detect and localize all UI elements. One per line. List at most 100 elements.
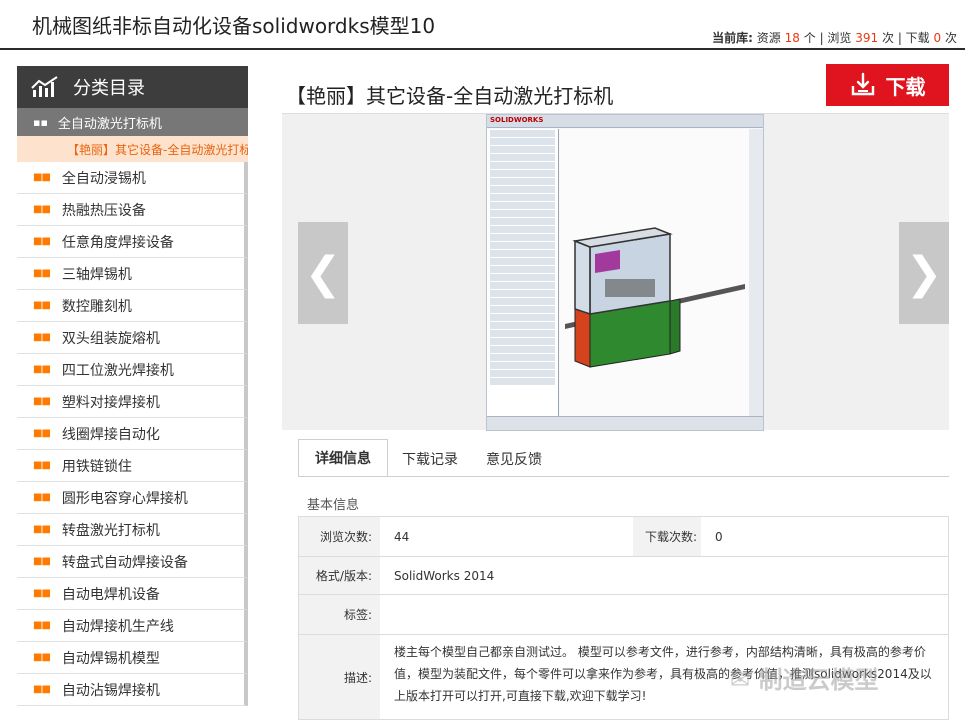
stats-res-prefix: 资源: [756, 31, 781, 45]
bullet-icon: ■■: [33, 428, 51, 439]
bullet-icon: ■■: [33, 556, 51, 567]
sidebar-subitem-active[interactable]: 【艳丽】其它设备-全自动激光打标机: [17, 136, 248, 162]
sidebar-header: 分类目录: [17, 66, 248, 108]
sidebar-item[interactable]: ■■ 双头组装旋熔机: [17, 322, 248, 354]
downloads-value: 0: [715, 529, 723, 544]
sidebar-item-label: 双头组装旋熔机: [61, 330, 160, 347]
bullet-icon: ■■: [33, 268, 51, 279]
stats-label: 当前库:: [712, 31, 753, 45]
bullet-icon: ■■: [33, 364, 51, 375]
screenshot-brand: SOLIDWORKS: [490, 116, 544, 124]
stats-res-unit: 个 | 浏览: [803, 31, 852, 45]
bullet-icon: ■■: [33, 684, 51, 695]
sidebar-item-label: 数控雕刻机: [61, 298, 132, 315]
bullet-icon: ■■: [33, 460, 51, 471]
sidebar-item-label: 三轴焊锡机: [61, 266, 132, 283]
machine-model-icon: [565, 227, 745, 368]
sidebar-item[interactable]: ■■ 转盘式自动焊接设备: [17, 546, 248, 578]
format-value: SolidWorks 2014: [394, 568, 495, 583]
sidebar-item-label: 转盘式自动焊接设备: [61, 554, 188, 571]
tags-value: [380, 595, 394, 634]
sidebar-item-label: 自动焊接机生产线: [61, 618, 174, 635]
sidebar-item-label: 圆形电容穿心焊接机: [61, 490, 188, 507]
desc-label: 描述:: [299, 635, 380, 719]
bullet-icon: ■■: [33, 492, 51, 503]
image-gallery: ❮ SOLIDWORKS ❯: [282, 113, 949, 431]
sidebar-item[interactable]: ■■ 热融热压设备: [17, 194, 248, 226]
tab-details[interactable]: 详细信息: [298, 439, 388, 477]
tree-node-icon: ▪▪: [33, 115, 48, 129]
sidebar-item-label: 自动焊锡机模型: [61, 650, 160, 667]
wechat-icon: ✉: [730, 666, 751, 694]
stats-download-count: 0: [933, 31, 942, 45]
sidebar-title: 分类目录: [73, 78, 145, 99]
sidebar-item[interactable]: ■■ 自动沾锡焊接机: [17, 674, 248, 706]
views-value: 44: [394, 529, 410, 544]
bullet-icon: ■■: [33, 588, 51, 599]
downloads-label: 下载次数:: [633, 517, 701, 556]
stats-view-count: 391: [855, 31, 879, 45]
bar-chart-icon: [31, 76, 59, 98]
bullet-icon: ■■: [33, 172, 51, 183]
category-list: ■■ 全自动浸锡机 ■■ 热融热压设备 ■■ 任意角度焊接设备 ■■ 三轴焊锡机 ■■ 数控雕刻机…: [17, 162, 248, 706]
site-title: 机械图纸非标自动化设备solidwordks模型10: [32, 14, 436, 38]
gallery-next-button[interactable]: ❯: [899, 222, 949, 324]
download-button[interactable]: 下载: [826, 64, 949, 106]
stats-dl-unit: 次: [944, 31, 957, 45]
detail-tabs: 详细信息 下载记录 意见反馈: [298, 439, 556, 477]
sidebar-item[interactable]: ■■ 转盘激光打标机: [17, 514, 248, 546]
bullet-icon: ■■: [33, 620, 51, 631]
sidebar-item[interactable]: ■■ 用铁链锁住: [17, 450, 248, 482]
screenshot-toolstrip: [749, 129, 763, 416]
bullet-icon: ■■: [33, 332, 51, 343]
screenshot-menubar: SOLIDWORKS: [487, 115, 763, 128]
bullet-icon: ■■: [33, 236, 51, 247]
sidebar-item[interactable]: ■■ 线圈焊接自动化: [17, 418, 248, 450]
sidebar-item-label: 塑料对接焊接机: [61, 394, 160, 411]
screenshot-feature-tree: [487, 129, 559, 419]
sidebar-item[interactable]: ■■ 塑料对接焊接机: [17, 386, 248, 418]
site-header: 机械图纸非标自动化设备solidwordks模型10 当前库: 资源 18 个 …: [0, 0, 965, 50]
sidebar-item[interactable]: ■■ 自动焊接机生产线: [17, 610, 248, 642]
tags-label: 标签:: [299, 595, 380, 634]
sidebar-item-label: 四工位激光焊接机: [61, 362, 174, 379]
sidebar-item[interactable]: ■■ 自动电焊机设备: [17, 578, 248, 610]
format-label: 格式/版本:: [299, 557, 380, 594]
sidebar-item-label: 任意角度焊接设备: [61, 234, 174, 251]
tab-divider: [298, 476, 949, 477]
sidebar-item-label: 自动电焊机设备: [61, 586, 160, 603]
sidebar-item-label: 转盘激光打标机: [61, 522, 160, 539]
stats-resource-count: 18: [784, 31, 800, 45]
category-sidebar: 分类目录 ▪▪ 全自动激光打标机 【艳丽】其它设备-全自动激光打标机 ■■ 全自动…: [17, 66, 248, 706]
section-label: 基本信息: [307, 498, 360, 513]
tab-download-log[interactable]: 下载记录: [388, 441, 472, 477]
sidebar-active-label: 全自动激光打标机: [57, 116, 162, 132]
tab-feedback[interactable]: 意见反馈: [472, 441, 556, 477]
info-row-counts: 浏览次数: 44 下载次数: 0: [299, 517, 948, 557]
sidebar-item[interactable]: ■■ 数控雕刻机: [17, 290, 248, 322]
download-tray-icon: [850, 72, 876, 98]
sidebar-item[interactable]: ■■ 自动焊锡机模型: [17, 642, 248, 674]
sidebar-item-label: 线圈焊接自动化: [61, 426, 160, 443]
watermark-text: 制造云模型: [758, 666, 879, 694]
sidebar-item-label: 用铁链锁住: [61, 458, 132, 475]
sidebar-item[interactable]: ■■ 全自动浸锡机: [17, 162, 248, 194]
info-row-format: 格式/版本: SolidWorks 2014: [299, 557, 948, 595]
sidebar-item-active[interactable]: ▪▪ 全自动激光打标机: [17, 108, 248, 136]
screenshot-model-view: [560, 129, 749, 416]
bullet-icon: ■■: [33, 204, 51, 215]
sidebar-item-label: 热融热压设备: [61, 202, 146, 219]
sidebar-item-label: 全自动浸锡机: [61, 170, 146, 187]
bullet-icon: ■■: [33, 652, 51, 663]
model-screenshot: SOLIDWORKS: [486, 114, 764, 431]
sidebar-item[interactable]: ■■ 三轴焊锡机: [17, 258, 248, 290]
gallery-prev-button[interactable]: ❮: [298, 222, 348, 324]
screenshot-statusbar: [487, 416, 763, 430]
download-label: 下载: [885, 76, 926, 99]
bullet-icon: ■■: [33, 300, 51, 311]
sidebar-item[interactable]: ■■ 圆形电容穿心焊接机: [17, 482, 248, 514]
sidebar-item[interactable]: ■■ 四工位激光焊接机: [17, 354, 248, 386]
bullet-icon: ■■: [33, 396, 51, 407]
sidebar-item[interactable]: ■■ 任意角度焊接设备: [17, 226, 248, 258]
info-row-tags: 标签:: [299, 595, 948, 635]
